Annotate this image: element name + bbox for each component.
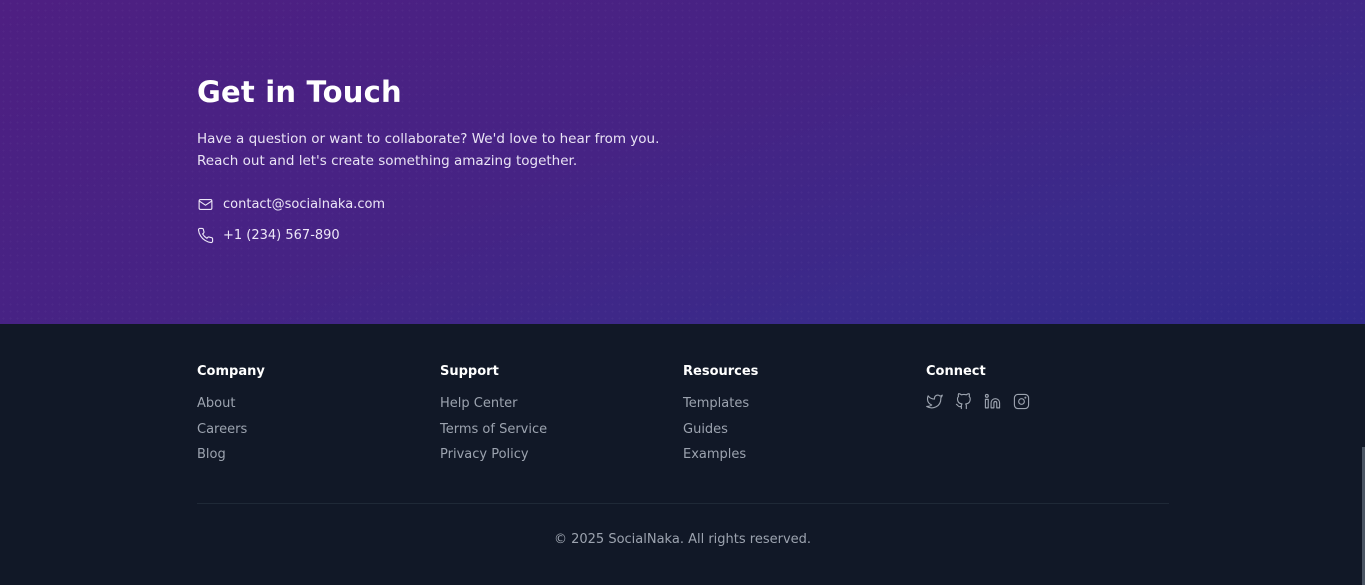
footer-column-support: Support Help Center Terms of Service Pri…	[440, 363, 683, 472]
footer-link-templates[interactable]: Templates	[683, 395, 926, 413]
linkedin-icon[interactable]	[984, 393, 1001, 410]
contact-title: Get in Touch	[197, 75, 402, 109]
footer-heading: Company	[197, 364, 265, 379]
footer-heading: Resources	[683, 364, 759, 379]
mail-icon	[197, 196, 214, 213]
social-links	[926, 393, 1169, 410]
footer-heading: Connect	[926, 364, 986, 379]
footer-column-connect: Connect	[926, 363, 1169, 472]
contact-phone[interactable]: +1 (234) 567-890	[223, 228, 340, 243]
copyright-text: © 2025 SocialNaka. All rights reserved.	[553, 532, 812, 547]
footer-link-about[interactable]: About	[197, 395, 440, 413]
footer-link-help-center[interactable]: Help Center	[440, 395, 683, 413]
contact-phone-row[interactable]: +1 (234) 567-890	[197, 227, 677, 244]
phone-icon	[197, 227, 214, 244]
github-icon[interactable]	[955, 393, 972, 410]
footer-link-guides[interactable]: Guides	[683, 421, 926, 439]
twitter-icon[interactable]	[926, 393, 943, 410]
contact-section: Get in Touch Have a question or want to …	[0, 0, 1365, 324]
footer-link-examples[interactable]: Examples	[683, 446, 926, 464]
contact-content: Get in Touch Have a question or want to …	[197, 74, 677, 244]
contact-email-row[interactable]: contact@socialnaka.com	[197, 196, 677, 213]
footer-divider	[197, 503, 1169, 504]
footer-link-terms[interactable]: Terms of Service	[440, 421, 683, 439]
footer-link-blog[interactable]: Blog	[197, 446, 440, 464]
contact-email[interactable]: contact@socialnaka.com	[223, 197, 385, 212]
footer-column-company: Company About Careers Blog	[197, 363, 440, 472]
footer-heading: Support	[440, 364, 499, 379]
footer-column-resources: Resources Templates Guides Examples	[683, 363, 926, 472]
footer-link-privacy[interactable]: Privacy Policy	[440, 446, 683, 464]
instagram-icon[interactable]	[1013, 393, 1030, 410]
contact-description: Have a question or want to collaborate? …	[197, 131, 660, 169]
footer-columns: Company About Careers Blog Support Help …	[197, 363, 1169, 472]
site-footer: Company About Careers Blog Support Help …	[0, 324, 1365, 585]
footer-link-careers[interactable]: Careers	[197, 421, 440, 439]
